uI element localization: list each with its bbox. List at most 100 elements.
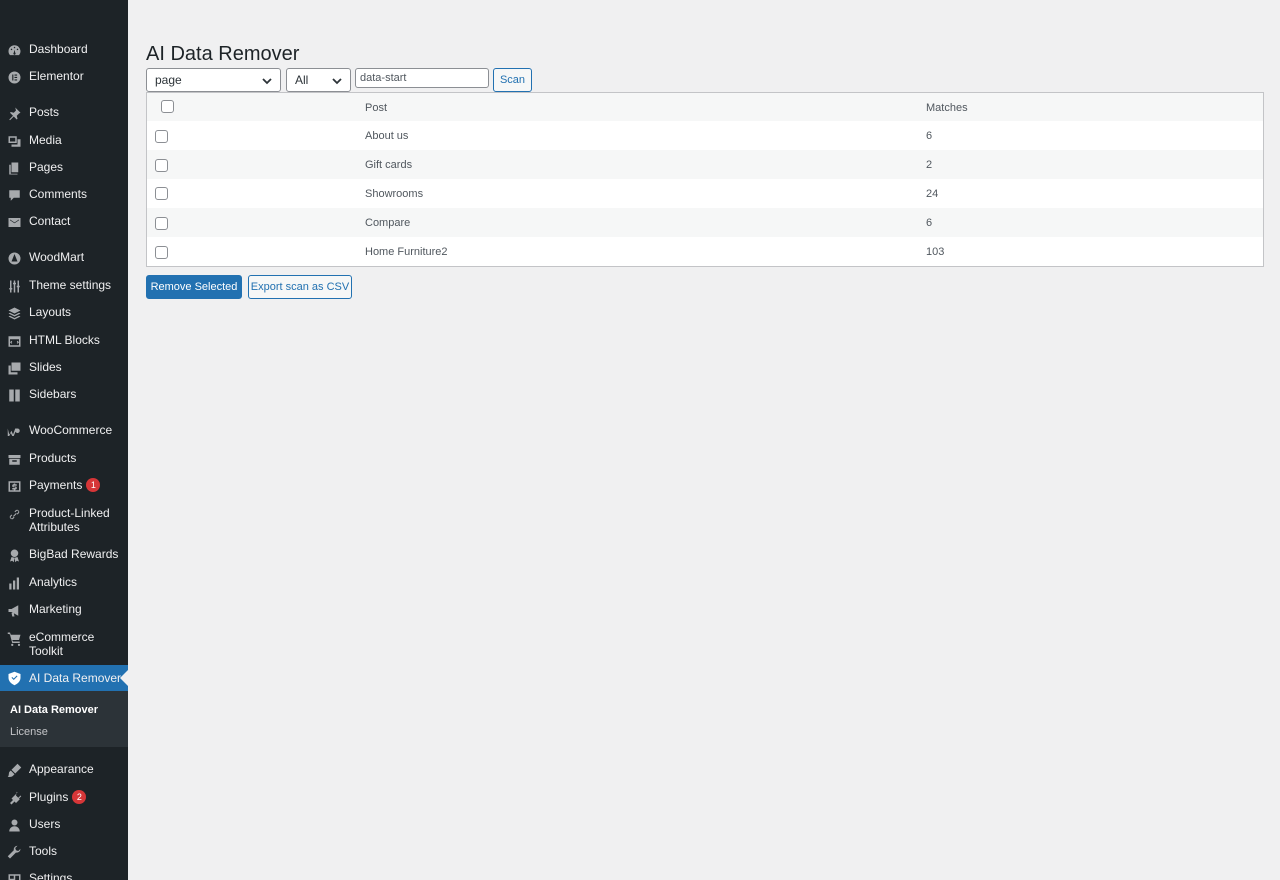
plugin-icon [6, 790, 22, 806]
row-checkbox[interactable] [155, 187, 168, 200]
sidebar-item-label: Payments [29, 478, 83, 492]
sidebar-item-label: Marketing [29, 602, 82, 616]
sidebar-item-pages[interactable]: Pages [0, 160, 128, 176]
sidebar-item-label: Analytics [29, 575, 78, 589]
layers-icon [6, 305, 22, 321]
table-row: Compare 6 [147, 208, 1263, 237]
sidebar-item-label: Sidebars [29, 387, 77, 401]
sidebar-item-ecommerce-toolkit[interactable]: eCommerce Toolkit [0, 630, 128, 658]
user-icon [6, 817, 22, 833]
search-input[interactable] [355, 68, 489, 88]
sidebar-item-marketing[interactable]: Marketing [0, 602, 128, 618]
status-select[interactable]: All [286, 68, 351, 92]
sidebar-item-label: WoodMart [29, 250, 85, 264]
settings-icon [6, 871, 22, 880]
sidebar-item-ai-data-remover[interactable]: AI Data Remover [0, 665, 128, 691]
notification-badge: 1 [86, 478, 101, 492]
woo-icon [6, 423, 22, 439]
sidebar-item-label: AI Data Remover [29, 671, 122, 685]
chevron-down-icon [332, 75, 342, 85]
sidebar-item-woocommerce[interactable]: WooCommerce [0, 423, 128, 439]
brush-icon [6, 762, 22, 778]
mail-icon [6, 214, 22, 230]
html-icon [6, 333, 22, 349]
pages-icon [6, 160, 22, 176]
post-type-select-value: page [155, 73, 182, 87]
table-row: Home Furniture2 103 [147, 237, 1263, 266]
sidebar-item-appearance[interactable]: Appearance [0, 762, 128, 778]
column-header-matches[interactable]: Matches [926, 101, 968, 115]
table-row: Showrooms 24 [147, 179, 1263, 208]
submenu-item-license[interactable]: License [10, 725, 48, 739]
status-select-value: All [295, 73, 309, 87]
sidebar-item-label: Settings [29, 871, 73, 880]
sidebar-item-label: Plugins [29, 790, 69, 804]
row-checkbox[interactable] [155, 130, 168, 143]
sidebar-item-tools[interactable]: Tools [0, 844, 128, 860]
sidebar-item-html-blocks[interactable]: HTML Blocks [0, 333, 128, 349]
sidebar-item-sidebars[interactable]: Sidebars [0, 387, 128, 403]
cart-icon [6, 630, 22, 646]
sidebar-item-users[interactable]: Users [0, 817, 128, 833]
sidebar-item-layouts[interactable]: Layouts [0, 305, 128, 321]
bar-chart-icon [6, 575, 22, 591]
sidebar-item-posts[interactable]: Posts [0, 105, 128, 121]
sidebar-item-label: WooCommerce [29, 423, 113, 437]
post-type-select[interactable]: page [146, 68, 281, 92]
sidebar-item-label: Appearance [29, 762, 94, 776]
sidebar-item-label: HTML Blocks [29, 333, 100, 347]
sidebar-item-slides[interactable]: Slides [0, 360, 128, 376]
sidebar-item-label: Media [29, 133, 62, 147]
sliders-icon [6, 278, 22, 294]
sidebar-item-label: Pages [29, 160, 64, 174]
megaphone-icon [6, 602, 22, 618]
sidebar-item-elementor[interactable]: Elementor [0, 69, 128, 85]
elementor-icon [6, 69, 22, 85]
sidebar-item-payments[interactable]: Payments 1 [0, 478, 128, 494]
comment-icon [6, 187, 22, 203]
sidebar-item-label: Products [29, 451, 77, 465]
sidebar-item-label: Comments [29, 187, 88, 201]
notification-badge: 2 [72, 790, 87, 804]
export-csv-button[interactable]: Export scan as CSV [248, 275, 352, 299]
sidebar-item-product-linked-attributes[interactable]: Product-Linked Attributes [0, 506, 128, 534]
sidebar-item-label: Users [29, 817, 61, 831]
sidebar-item-products[interactable]: Products [0, 451, 128, 467]
sidebar-item-label: Theme settings [29, 278, 112, 292]
chevron-down-icon [262, 75, 272, 85]
post-title: About us [365, 130, 409, 142]
submenu-item-ai-data-remover[interactable]: AI Data Remover [10, 703, 98, 717]
slides-icon [6, 360, 22, 376]
sidebar-item-analytics[interactable]: Analytics [0, 575, 128, 591]
shield-icon [6, 670, 22, 686]
link-icon [6, 506, 22, 522]
sidebar-item-media[interactable]: Media [0, 133, 128, 149]
match-count: 24 [926, 188, 939, 200]
sidebar-item-bigbad-rewards[interactable]: BigBad Rewards [0, 547, 128, 563]
sidebar-item-woodmart[interactable]: WoodMart [0, 250, 128, 266]
column-header-post[interactable]: Post [365, 101, 387, 115]
sidebar-item-dashboard[interactable]: Dashboard [0, 42, 128, 58]
post-title: Gift cards [365, 159, 413, 171]
select-all-checkbox[interactable] [161, 100, 174, 113]
sidebar-item-contact[interactable]: Contact [0, 214, 128, 230]
row-checkbox[interactable] [155, 217, 168, 230]
sidebar-item-plugins[interactable]: Plugins 2 [0, 790, 128, 806]
sidebar-item-theme-settings[interactable]: Theme settings [0, 278, 128, 294]
table-row: About us 6 [147, 121, 1263, 150]
sidebar-item-label: Tools [29, 844, 58, 858]
sidebar-item-settings[interactable]: Settings [0, 871, 128, 880]
row-checkbox[interactable] [155, 246, 168, 259]
sidebar-item-label: Contact [29, 214, 71, 228]
results-table: Post Matches About us 6 Gift cards 2 Sho… [146, 92, 1264, 267]
sidebar-item-label: Elementor [29, 69, 84, 83]
sidebar-submenu: AI Data Remover License [0, 691, 128, 747]
remove-selected-button[interactable]: Remove Selected [146, 275, 242, 299]
scan-button[interactable]: Scan [493, 68, 532, 92]
sidebar-item-comments[interactable]: Comments [0, 187, 128, 203]
post-title: Compare [365, 217, 411, 229]
row-checkbox[interactable] [155, 159, 168, 172]
match-count: 6 [926, 217, 933, 229]
sidebar-item-label: Product-Linked Attributes [29, 506, 110, 534]
dollar-icon [6, 478, 22, 494]
